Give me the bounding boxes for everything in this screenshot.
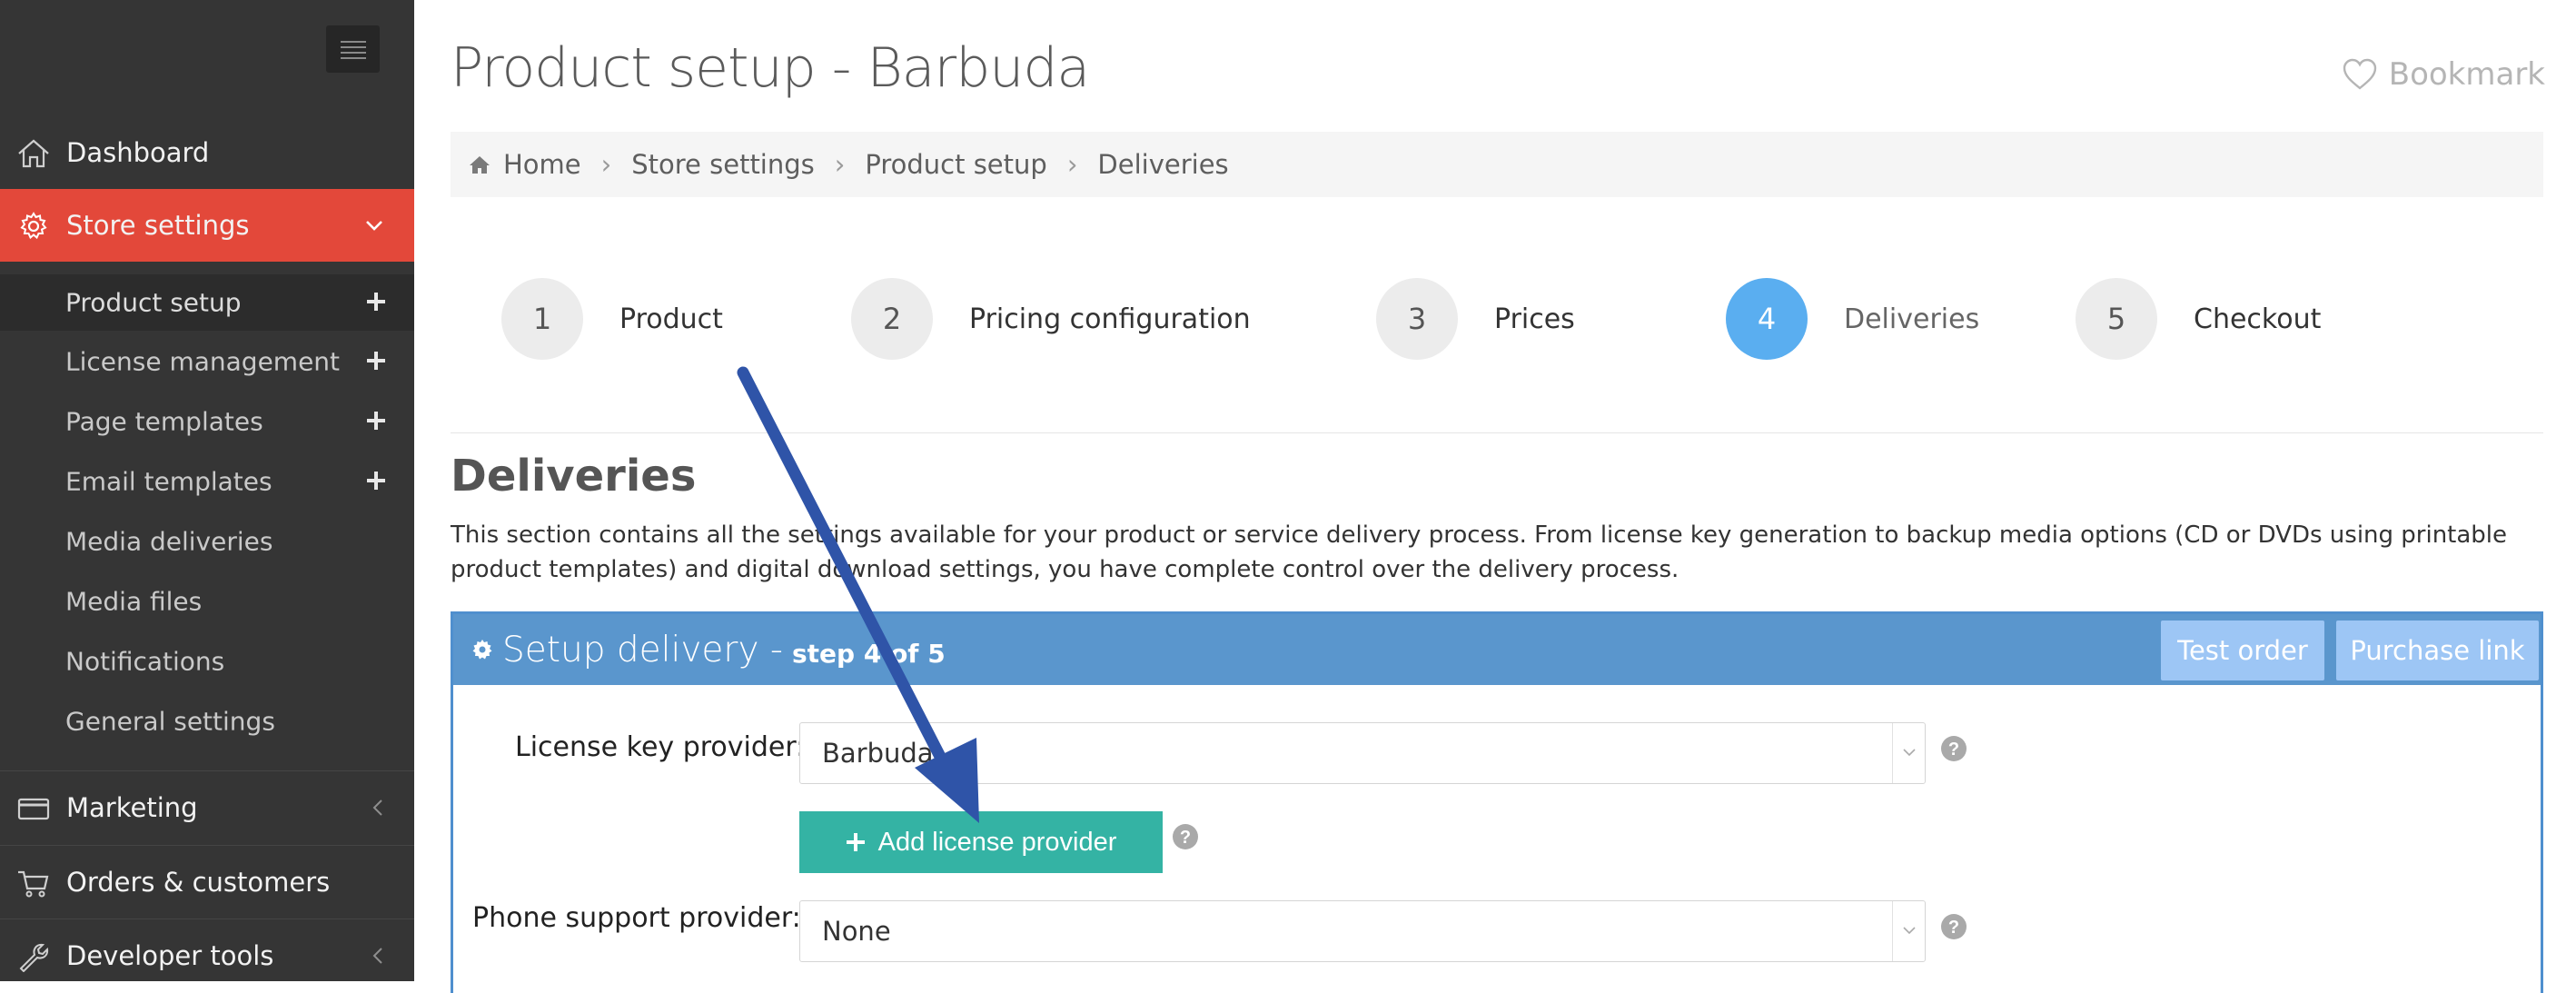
submenu-item-media-deliveries[interactable]: Media deliveries — [0, 513, 414, 570]
submenu-item-general-settings[interactable]: General settings — [0, 693, 414, 750]
help-icon[interactable]: ? — [1940, 913, 1967, 940]
step-number: 4 — [1726, 278, 1808, 360]
wizard-step-deliveries[interactable]: 4 Deliveries — [1726, 277, 1979, 361]
breadcrumb-store-settings[interactable]: Store settings — [631, 149, 815, 180]
svg-text:?: ? — [1948, 918, 1959, 938]
submenu-label: Media files — [65, 586, 203, 617]
plus-icon[interactable] — [365, 410, 387, 432]
chevron-down-icon — [1902, 749, 1916, 757]
nav-store-settings-label: Store settings — [66, 210, 250, 241]
breadcrumb-separator: › — [600, 149, 612, 180]
section-title: Deliveries — [451, 451, 697, 501]
nav-dashboard-label: Dashboard — [66, 137, 210, 168]
breadcrumb-separator: › — [834, 149, 846, 180]
add-license-provider-button[interactable]: Add license provider — [799, 811, 1163, 873]
nav-orders-customers[interactable]: Orders & customers — [0, 845, 414, 918]
sidebar: Dashboard Store settings Product setup L… — [0, 0, 414, 981]
panel-step-indicator: step 4 of 5 — [792, 638, 946, 669]
wrench-icon — [19, 943, 49, 972]
section-description: This section contains all the settings a… — [451, 521, 2508, 583]
phone-support-provider-label: Phone support provider: — [472, 902, 801, 934]
menu-toggle-button[interactable] — [326, 25, 380, 73]
purchase-link-button[interactable]: Purchase link — [2336, 621, 2539, 680]
heart-icon — [2343, 58, 2376, 90]
breadcrumb-deliveries: Deliveries — [1097, 149, 1229, 180]
breadcrumb-product-setup[interactable]: Product setup — [865, 149, 1046, 180]
nav-dashboard[interactable]: Dashboard — [0, 116, 414, 189]
submenu-label: Email templates — [65, 466, 272, 497]
nav-store-settings[interactable]: Store settings — [0, 189, 414, 262]
license-key-provider-select[interactable]: Barbuda — [799, 722, 1926, 784]
svg-text:?: ? — [1180, 828, 1191, 848]
nav-developer-label: Developer tools — [66, 939, 274, 971]
credit-card-icon — [17, 798, 50, 820]
gear-icon — [20, 212, 47, 240]
home-icon — [18, 139, 49, 168]
breadcrumb: Home › Store settings › Product setup › … — [451, 132, 2543, 197]
chevron-down-icon — [366, 221, 382, 231]
chevron-left-icon — [372, 799, 382, 816]
nav-marketing-label: Marketing — [66, 791, 198, 823]
bookmark-label: Bookmark — [2388, 56, 2545, 93]
cog-icon — [472, 640, 492, 660]
plus-icon[interactable] — [365, 470, 387, 492]
wizard-step-pricing-configuration[interactable]: 2 Pricing configuration — [851, 277, 1251, 361]
submenu-label: License management — [65, 346, 341, 377]
select-caret — [1892, 723, 1925, 783]
plus-icon — [846, 833, 865, 851]
help-icon[interactable]: ? — [1172, 823, 1199, 850]
step-label: Deliveries — [1844, 303, 1980, 335]
plus-icon[interactable] — [365, 350, 387, 372]
license-key-provider-label: License key provider: — [515, 731, 806, 763]
submenu-item-email-templates[interactable]: Email templates — [0, 453, 414, 510]
panel-title: Setup delivery - — [502, 629, 783, 670]
svg-text:?: ? — [1948, 740, 1959, 760]
nav-developer-tools[interactable]: Developer tools — [0, 919, 414, 991]
submenu-item-product-setup[interactable]: Product setup — [0, 274, 414, 331]
add-license-provider-label: Add license provider — [877, 827, 1117, 857]
select-value: Barbuda — [822, 738, 934, 769]
wizard-step-checkout[interactable]: 5 Checkout — [2076, 277, 2321, 361]
home-icon — [470, 156, 490, 174]
submenu-label: Product setup — [65, 287, 242, 318]
submenu-label: Page templates — [65, 406, 263, 437]
page-title: Product setup - Barbuda — [451, 36, 1090, 100]
submenu-item-notifications[interactable]: Notifications — [0, 633, 414, 690]
submenu-item-license-management[interactable]: License management — [0, 333, 414, 390]
select-caret — [1892, 901, 1925, 961]
chevron-left-icon — [372, 947, 382, 964]
step-label: Product — [619, 303, 723, 335]
panel-header: Setup delivery - step 4 of 5 Test order … — [453, 614, 2541, 685]
step-number: 1 — [501, 278, 583, 360]
breadcrumb-home[interactable]: Home — [503, 149, 581, 180]
submenu-item-media-files[interactable]: Media files — [0, 573, 414, 630]
hamburger-icon — [340, 41, 366, 59]
plus-icon[interactable] — [365, 291, 387, 313]
submenu-label: Media deliveries — [65, 526, 273, 557]
nav-marketing[interactable]: Marketing — [0, 770, 414, 843]
step-label: Pricing configuration — [969, 303, 1251, 335]
submenu-label: General settings — [65, 706, 275, 737]
step-label: Prices — [1494, 303, 1575, 335]
wizard-step-product[interactable]: 1 Product — [501, 277, 723, 361]
divider — [451, 432, 2543, 433]
wizard-step-prices[interactable]: 3 Prices — [1376, 277, 1575, 361]
nav-orders-label: Orders & customers — [66, 866, 331, 898]
bookmark-link[interactable]: Bookmark — [2342, 56, 2545, 93]
chevron-down-icon — [1902, 927, 1916, 935]
shopping-cart-icon — [18, 870, 49, 898]
breadcrumb-separator: › — [1066, 149, 1078, 180]
step-number: 2 — [851, 278, 933, 360]
step-number: 5 — [2076, 278, 2157, 360]
submenu-item-page-templates[interactable]: Page templates — [0, 393, 414, 450]
select-value: None — [822, 916, 891, 947]
phone-support-provider-select[interactable]: None — [799, 900, 1926, 962]
step-number: 3 — [1376, 278, 1458, 360]
test-order-button[interactable]: Test order — [2161, 621, 2324, 680]
submenu-label: Notifications — [65, 646, 225, 677]
help-icon[interactable]: ? — [1940, 735, 1967, 762]
step-label: Checkout — [2194, 303, 2322, 335]
